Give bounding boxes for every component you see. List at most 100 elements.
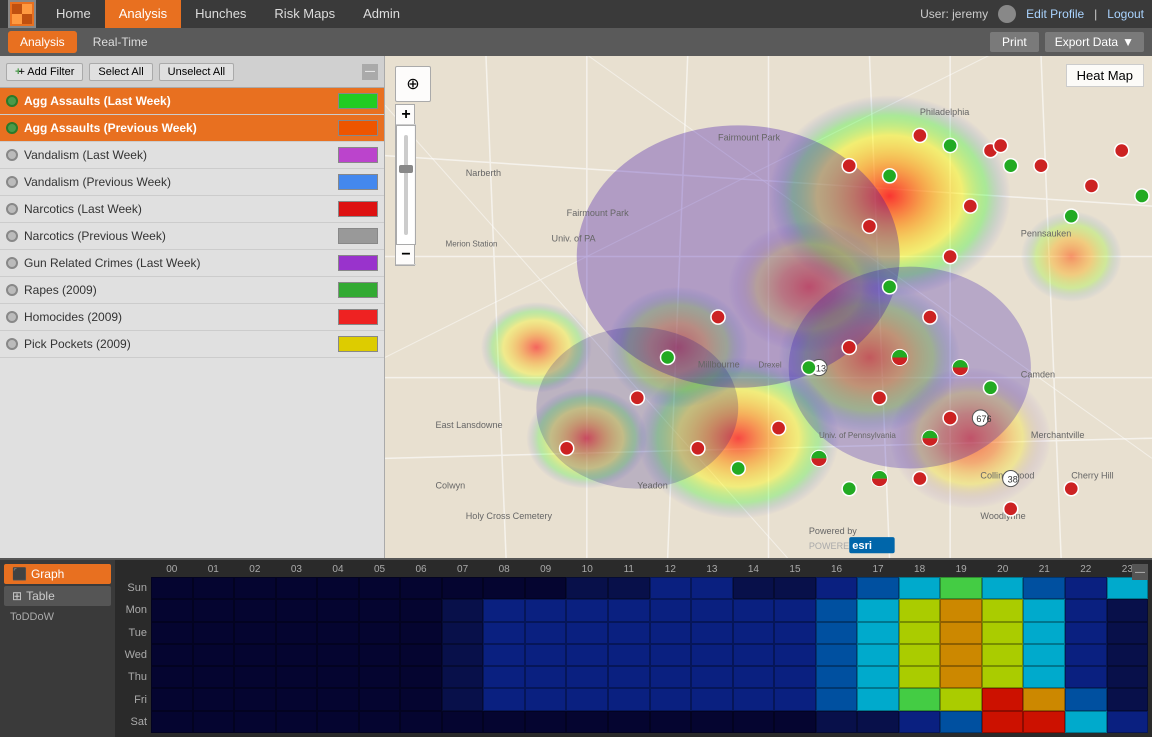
heatmap-cell[interactable]	[774, 666, 816, 688]
heatmap-cell[interactable]	[317, 599, 359, 621]
graph-tab[interactable]: ⬛ Graph	[4, 564, 111, 584]
heatmap-cell[interactable]	[899, 666, 941, 688]
nav-admin[interactable]: Admin	[349, 0, 414, 28]
heatmap-cell[interactable]	[982, 688, 1024, 710]
layer-item-gun-crimes-lw[interactable]: Gun Related Crimes (Last Week)	[0, 250, 384, 277]
heatmap-cell[interactable]	[899, 711, 941, 733]
heatmap-cell[interactable]	[857, 711, 899, 733]
heatmap-cell[interactable]	[400, 622, 442, 644]
heatmap-cell[interactable]	[525, 688, 567, 710]
heatmap-cell[interactable]	[940, 599, 982, 621]
heatmap-cell[interactable]	[816, 666, 858, 688]
layer-item-agg-assaults-pw[interactable]: Agg Assaults (Previous Week)	[0, 115, 384, 142]
heatmap-cell[interactable]	[483, 666, 525, 688]
heatmap-cell[interactable]	[566, 666, 608, 688]
heatmap-cell[interactable]	[1023, 688, 1065, 710]
heatmap-cell[interactable]	[899, 688, 941, 710]
heatmap-cell[interactable]	[650, 577, 692, 599]
heatmap-cell[interactable]	[234, 711, 276, 733]
heatmap-cell[interactable]	[1065, 599, 1107, 621]
heatmap-cell[interactable]	[234, 688, 276, 710]
heatmap-cell[interactable]	[691, 666, 733, 688]
heatmap-cell[interactable]	[234, 599, 276, 621]
heatmap-cell[interactable]	[151, 711, 193, 733]
heatmap-cell[interactable]	[359, 622, 401, 644]
zoom-out-button[interactable]: −	[396, 245, 416, 265]
heatmap-cell[interactable]	[940, 577, 982, 599]
layer-item-agg-assaults-lw[interactable]: Agg Assaults (Last Week)	[0, 88, 384, 115]
heatmap-cell[interactable]	[1023, 599, 1065, 621]
heatmap-cell[interactable]	[691, 688, 733, 710]
heatmap-cell[interactable]	[566, 577, 608, 599]
layer-radio-gun-crimes-lw[interactable]	[6, 257, 18, 269]
heatmap-cell[interactable]	[1023, 622, 1065, 644]
heatmap-cell[interactable]	[733, 644, 775, 666]
heatmap-cell[interactable]	[650, 688, 692, 710]
heatmap-cell[interactable]	[317, 577, 359, 599]
nav-home[interactable]: Home	[42, 0, 105, 28]
heatmap-cell[interactable]	[483, 622, 525, 644]
heatmap-cell[interactable]	[400, 688, 442, 710]
heatmap-cell[interactable]	[566, 622, 608, 644]
heatmap-cell[interactable]	[442, 577, 484, 599]
heatmap-cell[interactable]	[1065, 711, 1107, 733]
heatmap-cell[interactable]	[151, 666, 193, 688]
layer-radio-homocides-2009[interactable]	[6, 311, 18, 323]
heatmap-cell[interactable]	[525, 711, 567, 733]
layer-item-narcotics-lw[interactable]: Narcotics (Last Week)	[0, 196, 384, 223]
heatmap-cell[interactable]	[650, 644, 692, 666]
heatmap-cell[interactable]	[857, 688, 899, 710]
heatmap-cell[interactable]	[1107, 644, 1149, 666]
heatmap-cell[interactable]	[1065, 688, 1107, 710]
print-button[interactable]: Print	[990, 32, 1039, 52]
heatmap-cell[interactable]	[1065, 622, 1107, 644]
heatmap-cell[interactable]	[566, 688, 608, 710]
heatmap-cell[interactable]	[276, 644, 318, 666]
heatmap-cell[interactable]	[234, 666, 276, 688]
heatmap-cell[interactable]	[899, 599, 941, 621]
heatmap-cell[interactable]	[774, 599, 816, 621]
heatmap-cell[interactable]	[1023, 577, 1065, 599]
heatmap-cell[interactable]	[857, 577, 899, 599]
heatmap-cell[interactable]	[525, 644, 567, 666]
nav-hunches[interactable]: Hunches	[181, 0, 260, 28]
heatmap-cell[interactable]	[483, 644, 525, 666]
layer-radio-pick-pockets-2009[interactable]	[6, 338, 18, 350]
heatmap-cell[interactable]	[317, 688, 359, 710]
zoom-in-button[interactable]: +	[396, 105, 416, 125]
heatmap-cell[interactable]	[608, 644, 650, 666]
heatmap-cell[interactable]	[483, 711, 525, 733]
heatmap-cell[interactable]	[608, 577, 650, 599]
heatmap-cell[interactable]	[940, 688, 982, 710]
heatmap-cell[interactable]	[1023, 644, 1065, 666]
heatmap-cell[interactable]	[317, 666, 359, 688]
layer-item-vandalism-lw[interactable]: Vandalism (Last Week)	[0, 142, 384, 169]
heatmap-cell[interactable]	[899, 622, 941, 644]
heatmap-cell[interactable]	[650, 711, 692, 733]
panel-minimize-button[interactable]: —	[362, 64, 378, 80]
layer-item-narcotics-pw[interactable]: Narcotics (Previous Week)	[0, 223, 384, 250]
pan-control[interactable]: ⊕	[395, 66, 431, 102]
unselect-all-button[interactable]: Unselect All	[159, 63, 234, 81]
heatmap-cell[interactable]	[733, 688, 775, 710]
layer-radio-agg-assaults-pw[interactable]	[6, 122, 18, 134]
heatmap-cell[interactable]	[774, 644, 816, 666]
select-all-button[interactable]: Select All	[89, 63, 152, 81]
heatmap-cell[interactable]	[940, 644, 982, 666]
layer-radio-narcotics-lw[interactable]	[6, 203, 18, 215]
heatmap-cell[interactable]	[234, 622, 276, 644]
heatmap-cell[interactable]	[400, 711, 442, 733]
heatmap-cell[interactable]	[857, 622, 899, 644]
sub-nav-realtime[interactable]: Real-Time	[81, 31, 160, 53]
heatmap-cell[interactable]	[1107, 622, 1149, 644]
heatmap-cell[interactable]	[276, 622, 318, 644]
heatmap-cell[interactable]	[234, 644, 276, 666]
logout-link[interactable]: Logout	[1107, 7, 1144, 21]
heatmap-cell[interactable]	[193, 666, 235, 688]
heatmap-cell[interactable]	[857, 599, 899, 621]
heatmap-cell[interactable]	[234, 577, 276, 599]
heatmap-cell[interactable]	[940, 622, 982, 644]
heatmap-cell[interactable]	[193, 688, 235, 710]
heatmap-cell[interactable]	[650, 599, 692, 621]
edit-profile-link[interactable]: Edit Profile	[1026, 7, 1084, 21]
